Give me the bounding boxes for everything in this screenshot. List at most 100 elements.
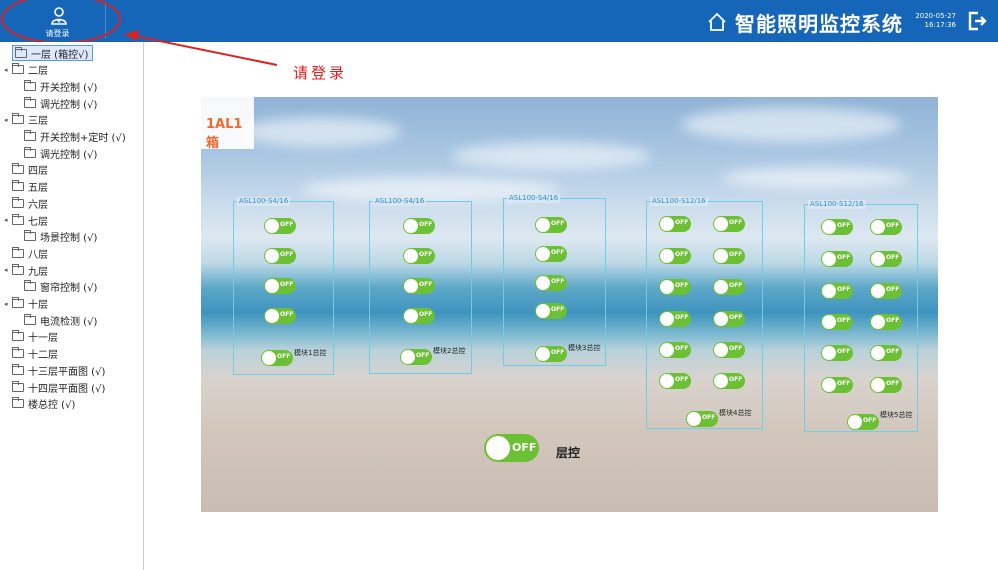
toggle-knob [714, 374, 728, 388]
channel-toggle[interactable]: OFF [821, 251, 853, 267]
expand-arrow-icon[interactable]: ◂ [4, 216, 12, 224]
folder-icon [12, 246, 24, 258]
tree-item[interactable]: ◂ 九层 [4, 262, 48, 278]
floor-control-toggle[interactable]: OFF [484, 434, 539, 462]
toggle-state-text: OFF [416, 352, 430, 359]
channel-toggle[interactable]: OFF [659, 342, 691, 358]
toggle-knob [660, 312, 674, 326]
channel-toggle[interactable]: OFF [821, 219, 853, 235]
tree-item-label: 十四层平面图 (√) [28, 383, 106, 395]
toggle-knob [822, 220, 836, 234]
channel-toggle[interactable]: OFF [713, 248, 745, 264]
channel-toggle[interactable]: OFF [403, 218, 435, 234]
channel-toggle[interactable]: OFF [713, 279, 745, 295]
channel-toggle[interactable]: OFF [659, 373, 691, 389]
channel-toggle[interactable]: OFF [264, 278, 296, 294]
tree-item[interactable]: 四层 [12, 162, 48, 178]
tree-item[interactable]: ◂ 三层 [4, 112, 48, 128]
tree-item[interactable]: 开关控制 (√) [24, 78, 97, 94]
tree-item[interactable]: 调光控制 (√) [24, 95, 97, 111]
folder-icon [15, 46, 27, 58]
channel-toggle[interactable]: OFF [713, 342, 745, 358]
module-total-toggle[interactable]: OFF [686, 411, 718, 427]
toggle-state-text: OFF [551, 278, 565, 285]
tree-item[interactable]: 楼总控 (√) [12, 396, 75, 412]
tree-item[interactable]: ◂ 七层 [4, 212, 48, 228]
channel-toggle[interactable]: OFF [821, 377, 853, 393]
channel-toggle[interactable]: OFF [713, 373, 745, 389]
toggle-state-text: OFF [837, 286, 851, 293]
channel-toggle[interactable]: OFF [264, 218, 296, 234]
expand-arrow-icon[interactable]: ◂ [4, 300, 12, 308]
expand-arrow-icon[interactable]: ◂ [4, 266, 12, 274]
module-total-label: 模块5总控 [880, 411, 913, 419]
tree-item[interactable]: 十三层平面图 (√) [12, 362, 105, 378]
tree-item-label: 七层 [28, 216, 48, 228]
tree-item[interactable]: 场景控制 (√) [24, 229, 97, 245]
toggle-knob [404, 249, 418, 263]
module-total-toggle[interactable]: OFF [535, 346, 567, 362]
logout-icon[interactable] [966, 10, 988, 32]
channel-toggle[interactable]: OFF [713, 311, 745, 327]
channel-toggle[interactable]: OFF [659, 248, 691, 264]
channel-toggle[interactable]: OFF [713, 216, 745, 232]
channel-toggle[interactable]: OFF [821, 314, 853, 330]
channel-toggle[interactable]: OFF [264, 248, 296, 264]
tree-item[interactable]: 调光控制 (√) [24, 145, 97, 161]
expand-arrow-icon[interactable]: ◂ [4, 66, 12, 74]
tree-item[interactable]: 八层 [12, 245, 48, 261]
toggle-knob [660, 343, 674, 357]
tree-item-label: 调光控制 (√) [40, 99, 98, 111]
login-button[interactable]: 请登录 [10, 0, 105, 42]
tree-item[interactable]: 五层 [12, 179, 48, 195]
channel-toggle[interactable]: OFF [870, 314, 902, 330]
channel-toggle[interactable]: OFF [870, 251, 902, 267]
tree-item[interactable]: 十二层 [12, 346, 58, 362]
channel-toggle[interactable]: OFF [821, 283, 853, 299]
tree-item-label: 十二层 [28, 350, 58, 362]
channel-toggle[interactable]: OFF [535, 275, 567, 291]
module-model-label: ASL100-S12/16 [650, 197, 708, 206]
channel-toggle[interactable]: OFF [870, 345, 902, 361]
toggle-knob [262, 351, 276, 365]
toggle-knob [822, 346, 836, 360]
tree-item[interactable]: ◂ 十层 [4, 296, 48, 312]
channel-toggle[interactable]: OFF [535, 217, 567, 233]
tree-item-label: 四层 [28, 166, 48, 178]
toggle-state-text: OFF [886, 286, 900, 293]
expand-arrow-icon[interactable]: ◂ [4, 116, 12, 124]
tree-item[interactable]: 电流检测 (√) [24, 312, 97, 328]
toggle-knob [404, 219, 418, 233]
tree-item[interactable]: 开关控制+定时 (√) [24, 129, 126, 145]
tree-item[interactable]: ◂ 二层 [4, 62, 48, 78]
channel-toggle[interactable]: OFF [264, 308, 296, 324]
channel-toggle[interactable]: OFF [870, 283, 902, 299]
channel-toggle[interactable]: OFF [659, 279, 691, 295]
channel-toggle[interactable]: OFF [821, 345, 853, 361]
toggle-state-text: OFF [675, 345, 689, 352]
tree-item[interactable]: 十四层平面图 (√) [12, 379, 105, 395]
module-total-toggle[interactable]: OFF [261, 350, 293, 366]
toggle-state-text: OFF [837, 254, 851, 261]
tree-item-label: 电流检测 (√) [40, 316, 98, 328]
tree-item[interactable]: 六层 [12, 195, 48, 211]
tree-item[interactable]: 窗帘控制 (√) [24, 279, 97, 295]
tree-item-label: 场景控制 (√) [40, 233, 98, 245]
tree-item[interactable]: 一层 (箱控√) [12, 45, 94, 61]
channel-toggle[interactable]: OFF [659, 216, 691, 232]
tree-item[interactable]: 十一层 [12, 329, 58, 345]
channel-toggle[interactable]: OFF [870, 377, 902, 393]
channel-toggle[interactable]: OFF [870, 219, 902, 235]
module-total-toggle[interactable]: OFF [847, 414, 879, 430]
channel-toggle[interactable]: OFF [535, 246, 567, 262]
toggle-state-text: OFF [551, 349, 565, 356]
channel-toggle[interactable]: OFF [403, 248, 435, 264]
toggle-knob [871, 315, 885, 329]
channel-toggle[interactable]: OFF [403, 308, 435, 324]
channel-toggle[interactable]: OFF [403, 278, 435, 294]
date-text: 2020-05-27 [915, 12, 956, 20]
toggle-knob [401, 350, 415, 364]
channel-toggle[interactable]: OFF [659, 311, 691, 327]
channel-toggle[interactable]: OFF [535, 303, 567, 319]
module-total-toggle[interactable]: OFF [400, 349, 432, 365]
